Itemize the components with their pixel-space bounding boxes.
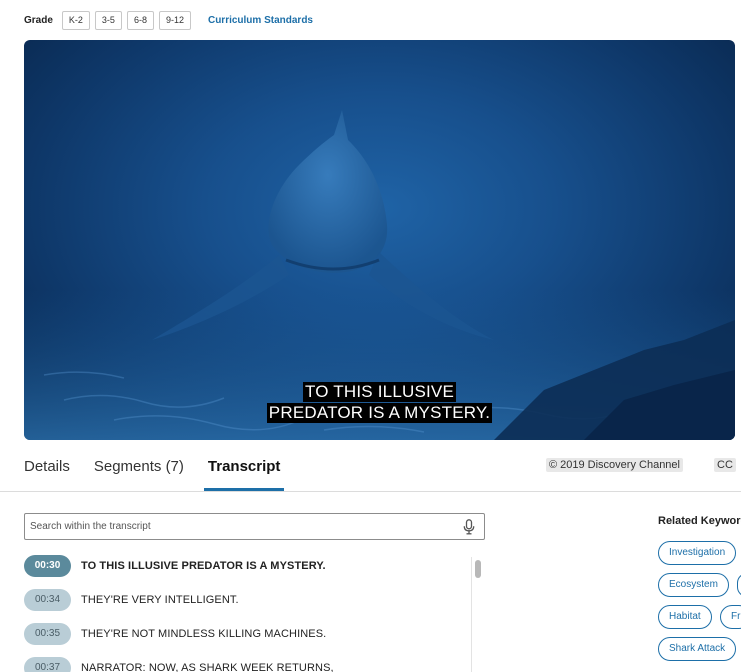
grade-chip-3-5[interactable]: 3-5	[94, 10, 122, 30]
transcript-row[interactable]: 00:34 THEY'RE VERY INTELLIGENT.	[24, 589, 479, 623]
transcript-row[interactable]: 00:30 TO THIS ILLUSIVE PREDATOR IS A MYS…	[24, 555, 479, 589]
keyword-fr[interactable]: Fr	[720, 605, 741, 629]
transcript-line[interactable]: TO THIS ILLUSIVE PREDATOR IS A MYSTERY.	[81, 555, 326, 577]
transcript-row[interactable]: 00:37 NARRATOR: NOW, AS SHARK WEEK RETUR…	[24, 657, 479, 672]
timestamp-button[interactable]: 00:30	[24, 555, 71, 577]
timestamp-button[interactable]: 00:34	[24, 589, 71, 611]
caption-line-2: PREDATOR IS A MYSTERY.	[266, 403, 493, 423]
grade-chip-6-8[interactable]: 6-8	[126, 10, 154, 30]
transcript-line[interactable]: NARRATOR: NOW, AS SHARK WEEK RETURNS,	[81, 657, 334, 672]
keyword-investigation[interactable]: Investigation	[658, 541, 737, 565]
transcript-row[interactable]: 00:35 THEY'RE NOT MINDLESS KILLING MACHI…	[24, 623, 479, 657]
transcript-line[interactable]: THEY'RE NOT MINDLESS KILLING MACHINES.	[81, 623, 326, 645]
related-keywords-heading: Related Keywords	[658, 515, 741, 527]
keyword-habitat[interactable]: Habitat	[658, 605, 712, 629]
microphone-icon[interactable]	[463, 519, 475, 535]
scrollbar-thumb[interactable]	[475, 560, 481, 578]
video-player[interactable]: TO THIS ILLUSIVE PREDATOR IS A MYSTERY.	[24, 40, 735, 440]
tab-details[interactable]: Details	[24, 448, 70, 492]
curriculum-standards-link[interactable]: Curriculum Standards	[208, 15, 313, 26]
keyword-shark-attack[interactable]: Shark Attack	[658, 637, 737, 661]
transcript-scrollbar[interactable]	[471, 557, 485, 672]
transcript-list: 00:30 TO THIS ILLUSIVE PREDATOR IS A MYS…	[24, 555, 479, 672]
closed-captions-badge[interactable]: CC	[714, 458, 736, 472]
grade-chip-9-12[interactable]: 9-12	[158, 10, 191, 30]
transcript-search-input[interactable]	[25, 514, 445, 539]
grade-chip-k-2[interactable]: K-2	[61, 10, 90, 30]
transcript-search[interactable]	[24, 513, 485, 540]
timestamp-button[interactable]: 00:37	[24, 657, 71, 672]
tab-transcript[interactable]: Transcript	[203, 448, 285, 492]
keyword-ecosystem[interactable]: Ecosystem	[658, 573, 729, 597]
timestamp-button[interactable]: 00:35	[24, 623, 71, 645]
copyright-label: © 2019 Discovery Channel	[545, 458, 683, 472]
video-frame-shark	[24, 110, 735, 440]
tab-bar: Details Segments (7) Transcript	[24, 448, 308, 492]
grade-bar: Grade K-2 3-5 6-8 9-12 Curriculum Standa…	[24, 10, 313, 30]
tab-segments[interactable]: Segments (7)	[94, 448, 184, 492]
caption-line-1: TO THIS ILLUSIVE	[302, 382, 456, 402]
grade-label: Grade	[24, 14, 53, 26]
transcript-line[interactable]: THEY'RE VERY INTELLIGENT.	[81, 589, 239, 611]
video-captions: TO THIS ILLUSIVE PREDATOR IS A MYSTERY.	[24, 382, 735, 424]
